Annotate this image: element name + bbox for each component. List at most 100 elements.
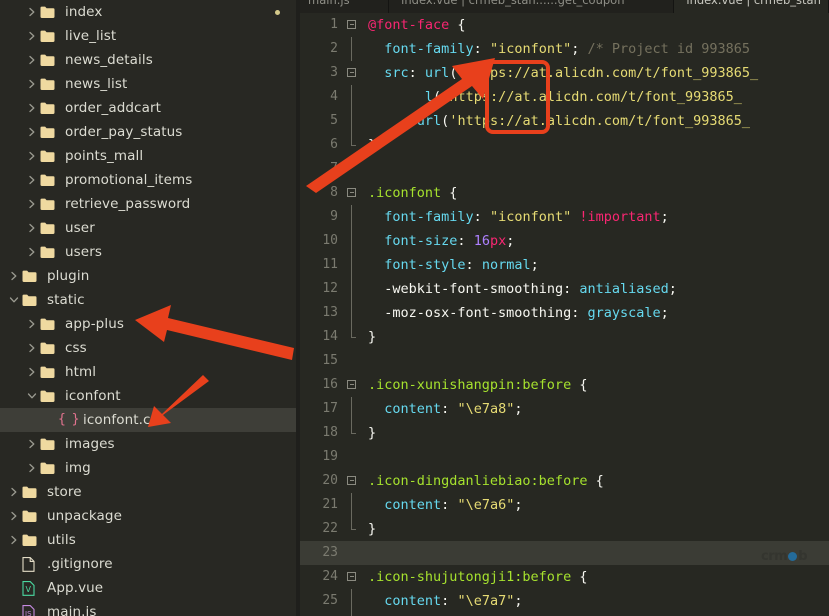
tree-item-index[interactable]: index: [0, 0, 296, 24]
fold-guide: [344, 493, 360, 517]
fold-toggle-icon[interactable]: [344, 469, 360, 493]
chevron-right-icon[interactable]: [24, 120, 40, 144]
line-number: 25: [322, 593, 338, 608]
code-line[interactable]: 9 font-family: "iconfont" !important;: [296, 205, 829, 229]
chevron-right-icon[interactable]: [24, 72, 40, 96]
code-line[interactable]: 3 src: url('https://at.alicdn.com/t/font…: [296, 61, 829, 85]
code-line[interactable]: 15: [296, 349, 829, 373]
tree-item-app-vue[interactable]: V App.vue: [0, 576, 296, 600]
tree-item-store[interactable]: store: [0, 480, 296, 504]
line-number: 19: [322, 449, 338, 464]
line-number: 24: [322, 569, 338, 584]
tree-item-users[interactable]: users: [0, 240, 296, 264]
folder-icon: [40, 72, 60, 96]
code-line[interactable]: 18}: [296, 421, 829, 445]
tree-item-plugin[interactable]: plugin: [0, 264, 296, 288]
code-line[interactable]: 5 url('https://at.alicdn.com/t/font_9938…: [296, 109, 829, 133]
tree-item-images[interactable]: images: [0, 432, 296, 456]
tree-item-html[interactable]: html: [0, 360, 296, 384]
code-area[interactable]: 1 @font-face {2 font-family: "iconfont"; …: [296, 13, 829, 616]
code-line[interactable]: 4 l('https://at.alicdn.com/t/font_993865…: [296, 85, 829, 109]
chevron-right-icon[interactable]: [6, 528, 22, 552]
tree-item-news-list[interactable]: news_list: [0, 72, 296, 96]
fold-toggle-icon[interactable]: [344, 181, 360, 205]
tree-item-main-js[interactable]: JS main.js: [0, 600, 296, 616]
chevron-right-icon[interactable]: [24, 192, 40, 216]
tree-item-label: unpackage: [47, 508, 123, 524]
chevron-right-icon[interactable]: [24, 96, 40, 120]
folder-icon: [22, 480, 42, 504]
code-line[interactable]: 6}: [296, 133, 829, 157]
chevron-right-icon[interactable]: [24, 456, 40, 480]
code-line[interactable]: 7: [296, 157, 829, 181]
editor-tab-bar[interactable]: main.js index.vue | crmeb_stan......get_c…: [296, 0, 829, 13]
tree-item-label: images: [65, 436, 115, 452]
code-line[interactable]: 16 .icon-xunishangpin:before {: [296, 373, 829, 397]
code-line[interactable]: 17 content: "\e7a8";: [296, 397, 829, 421]
tree-item-utils[interactable]: utils: [0, 528, 296, 552]
chevron-right-icon[interactable]: [24, 168, 40, 192]
tree-item-iconfont-css[interactable]: { } iconfont.css: [0, 408, 296, 432]
code-line[interactable]: 24 .icon-shujutongji1:before {: [296, 565, 829, 589]
fold-toggle-icon[interactable]: [344, 13, 360, 37]
fold-toggle-icon[interactable]: [344, 565, 360, 589]
tree-item-retrieve-password[interactable]: retrieve_password: [0, 192, 296, 216]
watermark-dot-icon: [788, 552, 798, 561]
tree-item-points-mall[interactable]: points_mall: [0, 144, 296, 168]
tree-item-iconfont[interactable]: iconfont: [0, 384, 296, 408]
code-line[interactable]: 1 @font-face {: [296, 13, 829, 37]
sidebar-editor-divider[interactable]: [296, 0, 300, 616]
tree-item-order-addcart[interactable]: order_addcart: [0, 96, 296, 120]
code-line[interactable]: 25 content: "\e7a7";: [296, 589, 829, 613]
code-line[interactable]: 23: [296, 541, 829, 565]
file-tree[interactable]: index live_list news_details news_list order…: [0, 0, 296, 616]
chevron-down-icon[interactable]: [6, 288, 22, 312]
chevron-right-icon[interactable]: [24, 312, 40, 336]
editor-tab[interactable]: index.vue | crmeb_stan......get_coupon: [389, 0, 675, 13]
tree-item-label: App.vue: [47, 580, 104, 596]
chevron-right-icon[interactable]: [6, 264, 22, 288]
code-line[interactable]: 21 content: "\e7a6";: [296, 493, 829, 517]
chevron-right-icon[interactable]: [24, 432, 40, 456]
code-line[interactable]: 22}: [296, 517, 829, 541]
tree-item-promotional-items[interactable]: promotional_items: [0, 168, 296, 192]
chevron-right-icon[interactable]: [24, 48, 40, 72]
tree-item-css[interactable]: css: [0, 336, 296, 360]
editor-tab[interactable]: index.vue | crmeb_stan: [674, 0, 829, 13]
chevron-right-icon[interactable]: [24, 144, 40, 168]
tree-item-user[interactable]: user: [0, 216, 296, 240]
code-line[interactable]: 14}: [296, 325, 829, 349]
fold-toggle-icon[interactable]: [344, 61, 360, 85]
line-number: 10: [322, 233, 338, 248]
fold-guide: [344, 229, 360, 253]
code-line[interactable]: 10 font-size: 16px;: [296, 229, 829, 253]
code-line[interactable]: 11 font-style: normal;: [296, 253, 829, 277]
tree-item-unpackage[interactable]: unpackage: [0, 504, 296, 528]
chevron-right-icon[interactable]: [24, 24, 40, 48]
tree-item--gitignore[interactable]: .gitignore: [0, 552, 296, 576]
tree-item-news-details[interactable]: news_details: [0, 48, 296, 72]
code-line[interactable]: 20 .icon-dingdanliebiao:before {: [296, 469, 829, 493]
tree-item-app-plus[interactable]: app-plus: [0, 312, 296, 336]
file-explorer-sidebar[interactable]: index live_list news_details news_list order…: [0, 0, 296, 616]
tree-item-live-list[interactable]: live_list: [0, 24, 296, 48]
code-line[interactable]: 12 -webkit-font-smoothing: antialiased;: [296, 277, 829, 301]
chevron-right-icon[interactable]: [24, 240, 40, 264]
chevron-right-icon[interactable]: [6, 480, 22, 504]
chevron-right-icon[interactable]: [24, 336, 40, 360]
fold-toggle-icon[interactable]: [344, 373, 360, 397]
chevron-right-icon[interactable]: [24, 216, 40, 240]
code-line[interactable]: 8 .iconfont {: [296, 181, 829, 205]
tree-item-static[interactable]: static: [0, 288, 296, 312]
code-line[interactable]: 13 -moz-osx-font-smoothing: grayscale;: [296, 301, 829, 325]
tree-item-img[interactable]: img: [0, 456, 296, 480]
tree-item-label: promotional_items: [65, 172, 193, 188]
chevron-right-icon[interactable]: [24, 0, 40, 24]
code-line[interactable]: 2 font-family: "iconfont"; /* Project id…: [296, 37, 829, 61]
chevron-right-icon[interactable]: [24, 360, 40, 384]
editor-tab[interactable]: main.js: [296, 0, 390, 13]
code-line[interactable]: 19: [296, 445, 829, 469]
tree-item-order-pay-status[interactable]: order_pay_status: [0, 120, 296, 144]
chevron-right-icon[interactable]: [6, 504, 22, 528]
chevron-down-icon[interactable]: [24, 384, 40, 408]
